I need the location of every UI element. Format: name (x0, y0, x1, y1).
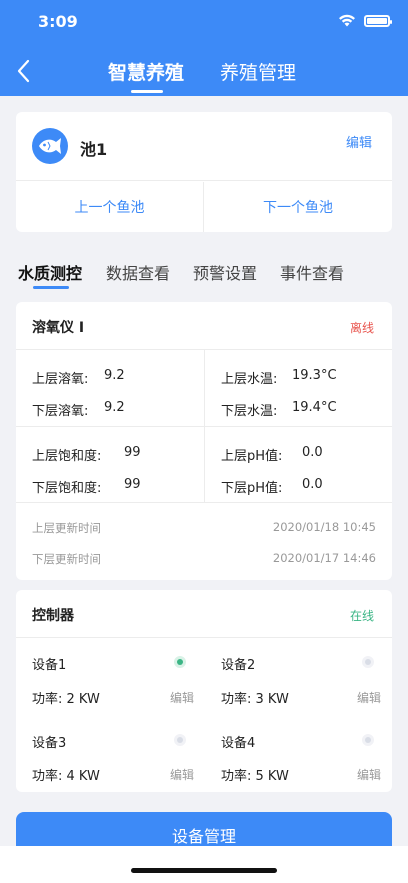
pond-header: 池1 编辑 (16, 112, 392, 181)
nav-active-indicator (131, 90, 163, 93)
back-chevron-icon[interactable] (14, 58, 34, 84)
status-bar: 3:09 (0, 0, 408, 44)
next-pond-button[interactable]: 下一个鱼池 (204, 182, 392, 232)
pond-avatar (32, 128, 68, 164)
sub-tab-active-indicator (33, 286, 69, 289)
pond-name: 池1 (80, 140, 108, 159)
tab-alert-settings[interactable]: 预警设置 (193, 260, 257, 284)
battery-icon (364, 14, 392, 27)
sensor-card: 溶氧仪 I 离线 上层溶氧: 9.2 下层溶氧: 9.2 上层水温: 19.3°… (16, 302, 392, 580)
controller-status-badge: 在线 (349, 609, 374, 623)
upper-do-value: 9.2 (104, 368, 125, 383)
lower-ph-label: 下层pH值: (221, 481, 283, 496)
sub-tabs: 水质测控 数据查看 预警设置 事件查看 (0, 258, 408, 292)
device-power: 功率: 2 KW (32, 692, 100, 707)
upper-temp-label: 上层水温: (221, 372, 278, 387)
sensor-title: 溶氧仪 I (32, 320, 85, 336)
bottom-safe-area (0, 846, 408, 883)
sensor-block-do-temp: 上层溶氧: 9.2 下层溶氧: 9.2 上层水温: 19.3°C 下层水温: 1… (16, 350, 392, 427)
device-edit-link[interactable]: 编辑 (170, 689, 194, 706)
prev-pond-button[interactable]: 上一个鱼池 (16, 182, 204, 232)
lower-ph-value: 0.0 (302, 477, 323, 492)
device-name: 设备4 (221, 736, 256, 751)
device-name: 设备3 (32, 736, 67, 751)
divider (204, 427, 205, 502)
lower-update-time: 2020/01/17 14:46 (272, 551, 376, 565)
device-power: 功率: 4 KW (32, 769, 100, 784)
tab-event-view[interactable]: 事件查看 (280, 260, 344, 284)
lower-temp-label: 下层水温: (221, 404, 278, 419)
status-dot-icon[interactable] (174, 734, 186, 746)
status-dot-icon[interactable] (362, 656, 374, 668)
upper-update-label: 上层更新时间 (32, 521, 101, 535)
upper-saturation-label: 上层饱和度: (32, 449, 102, 464)
wifi-icon (339, 14, 355, 27)
status-dot-icon[interactable] (362, 734, 374, 746)
device-power: 功率: 3 KW (221, 692, 289, 707)
upper-temp-value: 19.3°C (292, 368, 337, 383)
nav-tab-smart-farming[interactable]: 智慧养殖 (108, 58, 184, 85)
divider (204, 350, 205, 426)
sensor-block-sat-ph: 上层饱和度: 99 下层饱和度: 99 上层pH值: 0.0 下层pH值: 0.… (16, 427, 392, 503)
controller-title: 控制器 (32, 608, 74, 624)
upper-ph-value: 0.0 (302, 445, 323, 460)
device-edit-link[interactable]: 编辑 (357, 689, 381, 706)
pond-edit-link[interactable]: 编辑 (346, 132, 372, 151)
app-header: 3:09 智慧养殖 养殖管理 (0, 0, 408, 96)
tab-data-view[interactable]: 数据查看 (106, 260, 170, 284)
controller-card: 控制器 在线 设备1 功率: 2 KW 编辑 设备2 功率: 3 KW 编辑 设… (16, 590, 392, 792)
sensor-status-badge: 离线 (349, 321, 374, 335)
lower-temp-value: 19.4°C (292, 400, 337, 415)
upper-do-label: 上层溶氧: (32, 372, 89, 387)
sensor-header: 溶氧仪 I 离线 (16, 302, 392, 350)
upper-update-time: 2020/01/18 10:45 (272, 520, 376, 534)
lower-update-label: 下层更新时间 (32, 552, 101, 566)
controller-header: 控制器 在线 (16, 590, 392, 638)
status-icons (338, 14, 392, 27)
pond-card: 池1 编辑 上一个鱼池 下一个鱼池 (16, 112, 392, 232)
device-name: 设备1 (32, 658, 67, 673)
tab-water-quality[interactable]: 水质测控 (18, 260, 82, 284)
status-dot-icon[interactable] (174, 656, 186, 668)
nav-tab-farming-management[interactable]: 养殖管理 (220, 58, 296, 85)
lower-saturation-value: 99 (124, 477, 141, 492)
status-time: 3:09 (38, 12, 78, 31)
device-power: 功率: 5 KW (221, 769, 289, 784)
lower-saturation-label: 下层饱和度: (32, 481, 102, 496)
lower-do-label: 下层溶氧: (32, 404, 89, 419)
fish-icon (39, 138, 61, 154)
device-name: 设备2 (221, 658, 256, 673)
device-edit-link[interactable]: 编辑 (357, 766, 381, 783)
upper-ph-label: 上层pH值: (221, 449, 283, 464)
upper-saturation-value: 99 (124, 445, 141, 460)
device-edit-link[interactable]: 编辑 (170, 766, 194, 783)
home-indicator (131, 868, 277, 873)
lower-do-value: 9.2 (104, 400, 125, 415)
